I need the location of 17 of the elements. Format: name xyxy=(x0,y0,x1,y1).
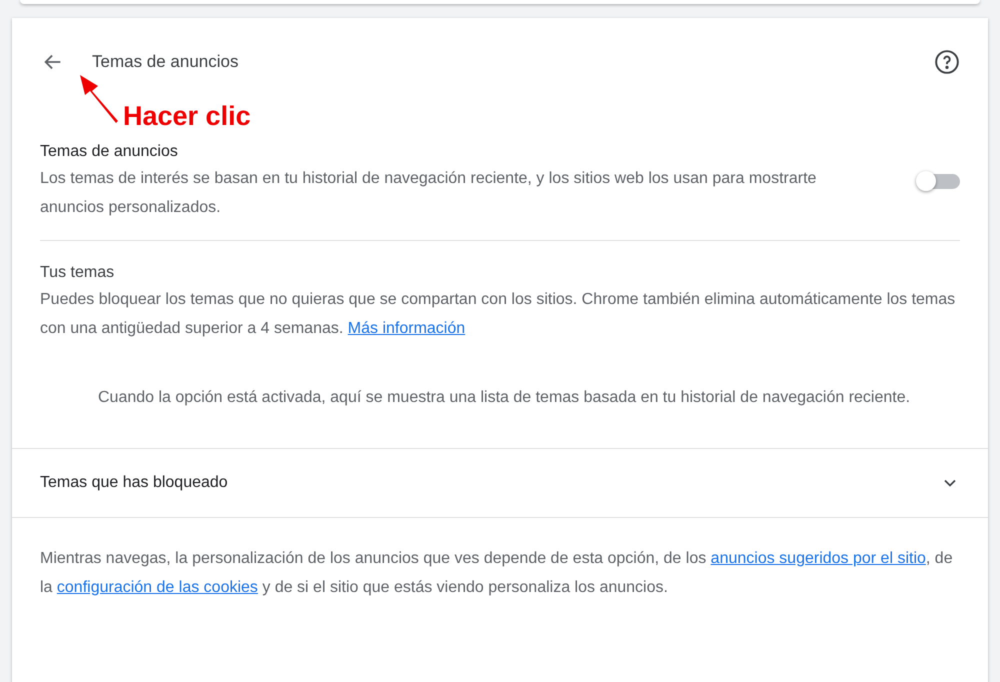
section-description: Puedes bloquear los temas que no quieras que se compartan con los sitios. Chrome también elimina automáticamente los temas con una antigüedad superior a 4 semanas. Más información xyxy=(40,290,956,339)
toggle-switch[interactable] xyxy=(916,171,960,191)
blocked-topics-row[interactable]: Temas que has bloqueado xyxy=(12,448,988,518)
empty-topics-message: Cuando la opción está activada, aquí se muestra una lista de temas basada en tu historial de navegación reciente. xyxy=(98,388,912,408)
section-title: Tus temas xyxy=(40,263,116,283)
annotation-label: Hacer clic xyxy=(123,100,251,133)
page-title: Temas de anuncios xyxy=(92,51,238,74)
setting-description: Los temas de interés se basan en tu historial de navegación reciente, y los sitios web los usan para mostrarte anuncios personalizados. xyxy=(40,169,818,218)
help-button[interactable] xyxy=(934,49,960,75)
setting-title: Temas de anuncios xyxy=(40,142,179,162)
footer-link[interactable]: configuración de las cookies xyxy=(56,579,258,596)
footer-paragraph: Mientras navegas, la personalización de los anuncios que ves depende de esta opción, de los anuncios sugeridos por el sitio, de la configuración de las cookies y de si el sitio que estás viendo personaliza los anuncios. xyxy=(40,549,954,598)
blocked-topics-label: Temas que has bloqueado xyxy=(40,473,228,493)
more-info-link[interactable]: Más información xyxy=(348,320,466,337)
toggle-thumb xyxy=(916,171,936,191)
help-icon xyxy=(934,49,960,75)
footer-link[interactable]: anuncios sugeridos por el sitio xyxy=(710,550,926,567)
